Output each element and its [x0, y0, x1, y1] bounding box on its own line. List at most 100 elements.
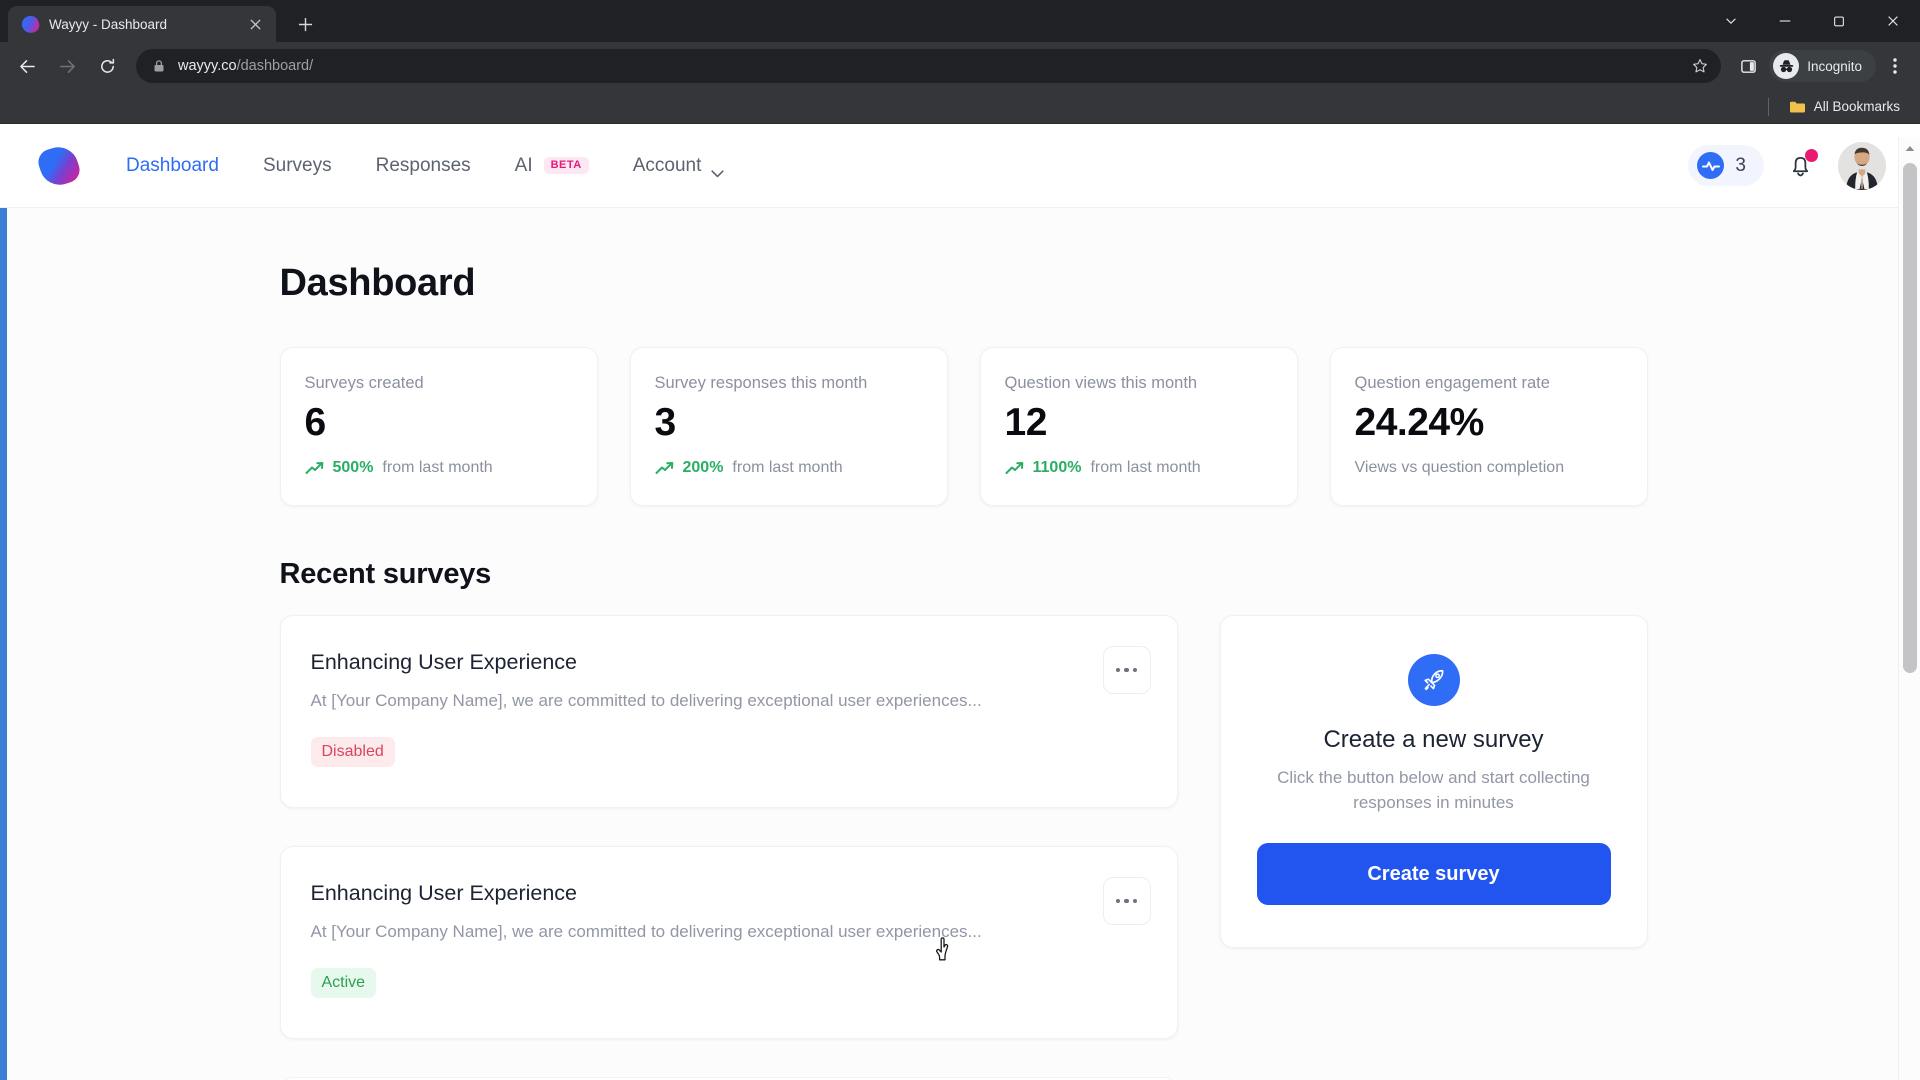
- stat-trend: 500% from last month: [305, 459, 573, 477]
- dashboard-columns: Enhancing User Experience At [Your Compa…: [279, 615, 1648, 1080]
- create-survey-button[interactable]: Create survey: [1256, 843, 1611, 906]
- nav-item-ai[interactable]: AI BETA: [493, 147, 611, 185]
- section-title-recent-surveys: Recent surveys: [279, 558, 492, 590]
- survey-description: At [Your Company Name], we are committed…: [310, 691, 982, 710]
- incognito-indicator[interactable]: Incognito: [1769, 50, 1876, 82]
- survey-title: Enhancing User Experience: [310, 881, 578, 905]
- nav-item-dashboard[interactable]: Dashboard: [104, 147, 241, 185]
- reload-icon[interactable]: [88, 47, 126, 85]
- lock-icon: [152, 59, 167, 74]
- url-text: wayyy.co/dashboard/: [178, 58, 1676, 74]
- folder-icon: [1789, 100, 1806, 114]
- chevron-down-icon: [711, 162, 725, 177]
- page-content: Dashboard Surveys created 6 500% from la…: [0, 208, 1920, 1080]
- trend-up-icon: [305, 461, 324, 475]
- notifications-button[interactable]: [1786, 148, 1818, 181]
- star-icon[interactable]: [1687, 53, 1713, 79]
- minimize-icon[interactable]: [1758, 0, 1812, 42]
- dot: [1132, 898, 1138, 904]
- page-scrollbar[interactable]: [1898, 137, 1920, 1080]
- stat-label: Question views this month: [1004, 374, 1198, 392]
- stat-delta: 1100%: [1032, 459, 1082, 476]
- scrollbar-thumb[interactable]: [1903, 163, 1917, 673]
- stat-value: 24.24%: [1354, 401, 1485, 444]
- url-path: /dashboard/: [236, 58, 314, 74]
- stat-trend: 1100% from last month: [1005, 459, 1273, 477]
- status-badge: Active: [310, 968, 377, 998]
- browser-window: Wayyy - Dashboard wayyy.co/dashboard/ In…: [0, 0, 1920, 1080]
- all-bookmarks-label: All Bookmarks: [1813, 99, 1900, 114]
- beta-badge: BETA: [543, 157, 589, 174]
- close-icon[interactable]: [1866, 0, 1920, 42]
- nav-item-responses[interactable]: Responses: [354, 147, 493, 185]
- maximize-icon[interactable]: [1812, 0, 1866, 42]
- tab-strip: Wayyy - Dashboard: [0, 0, 1920, 42]
- primary-navigation: Dashboard Surveys Responses AI BETA Acco…: [104, 147, 746, 185]
- nav-item-ai-label: AI: [514, 154, 533, 176]
- survey-card[interactable]: Enhancing User Experience At [Your Compa…: [279, 615, 1178, 808]
- all-bookmarks-button[interactable]: All Bookmarks: [1783, 96, 1906, 117]
- stat-value: 6: [304, 401, 327, 444]
- stat-card-engagement-rate: Question engagement rate 24.24% Views vs…: [1329, 347, 1648, 506]
- scroll-up-arrow-icon[interactable]: [1899, 137, 1920, 159]
- incognito-label: Incognito: [1807, 58, 1862, 74]
- stat-label: Surveys created: [304, 374, 424, 392]
- more-options-icon[interactable]: [1102, 646, 1151, 694]
- window-controls: [1704, 0, 1920, 42]
- stat-delta: 200%: [682, 459, 724, 476]
- credits-count: 3: [1735, 154, 1746, 176]
- notification-dot: [1805, 148, 1818, 162]
- url-host: wayyy.co: [178, 58, 237, 74]
- nav-item-surveys[interactable]: Surveys: [241, 147, 354, 185]
- wayyy-logo-icon[interactable]: [35, 141, 83, 190]
- three-dot-menu-icon[interactable]: [1878, 47, 1912, 85]
- more-options-icon[interactable]: [1102, 877, 1151, 925]
- tab-title: Wayyy - Dashboard: [49, 16, 168, 32]
- page-title: Dashboard: [279, 262, 476, 304]
- dot: [1132, 667, 1138, 673]
- nav-item-account-label: Account: [632, 154, 702, 176]
- close-icon[interactable]: [244, 13, 266, 35]
- divider: [1767, 97, 1769, 116]
- nav-item-account[interactable]: Account: [611, 147, 747, 185]
- page-viewport: Dashboard Surveys Responses AI BETA Acco…: [0, 124, 1920, 1080]
- stat-card-survey-responses: Survey responses this month 3 200% from …: [629, 347, 948, 506]
- stats-row: Surveys created 6 500% from last month S…: [279, 347, 1648, 506]
- incognito-icon: [1773, 53, 1800, 79]
- stat-label: Survey responses this month: [654, 374, 868, 392]
- bookmarks-bar: All Bookmarks: [0, 90, 1920, 124]
- stat-trend: 200% from last month: [655, 459, 923, 477]
- browser-toolbar: wayyy.co/dashboard/ Incognito: [0, 42, 1920, 90]
- credits-pill[interactable]: 3: [1688, 145, 1764, 186]
- wayyy-logo-icon: [19, 13, 42, 35]
- create-survey-card: Create a new survey Click the button bel…: [1219, 615, 1648, 949]
- trend-up-icon: [1005, 461, 1024, 475]
- survey-title: Enhancing User Experience: [310, 650, 578, 674]
- new-tab-button[interactable]: [288, 7, 322, 41]
- survey-description: At [Your Company Name], we are committed…: [310, 922, 982, 941]
- side-panel-icon[interactable]: [1731, 49, 1765, 83]
- dot: [1124, 898, 1129, 904]
- stat-value: 12: [1004, 401, 1048, 444]
- stat-card-surveys-created: Surveys created 6 500% from last month: [279, 347, 598, 506]
- stat-label: Question engagement rate: [1354, 374, 1550, 392]
- dot: [1115, 898, 1121, 904]
- stat-value: 3: [654, 401, 677, 444]
- rocket-icon: [1407, 654, 1460, 706]
- address-bar[interactable]: wayyy.co/dashboard/: [136, 49, 1722, 83]
- stat-delta-suffix: from last month: [382, 459, 493, 476]
- app-navbar: Dashboard Surveys Responses AI BETA Acco…: [0, 124, 1920, 208]
- stat-delta-suffix: from last month: [732, 459, 843, 476]
- navbar-actions: 3: [1688, 141, 1886, 190]
- back-arrow-icon[interactable]: [8, 47, 46, 85]
- chevron-down-icon[interactable]: [1704, 0, 1758, 42]
- forward-arrow-icon: [48, 47, 86, 85]
- surveys-list: Enhancing User Experience At [Your Compa…: [279, 615, 1178, 1080]
- survey-card[interactable]: Enhancing User Experience At [Your Compa…: [279, 846, 1178, 1039]
- stat-card-question-views: Question views this month 12 1100% from …: [979, 347, 1298, 506]
- avatar[interactable]: [1838, 141, 1886, 190]
- status-badge: Disabled: [310, 737, 395, 767]
- browser-tab[interactable]: Wayyy - Dashboard: [8, 6, 276, 42]
- dot: [1115, 667, 1121, 673]
- dot: [1124, 667, 1129, 673]
